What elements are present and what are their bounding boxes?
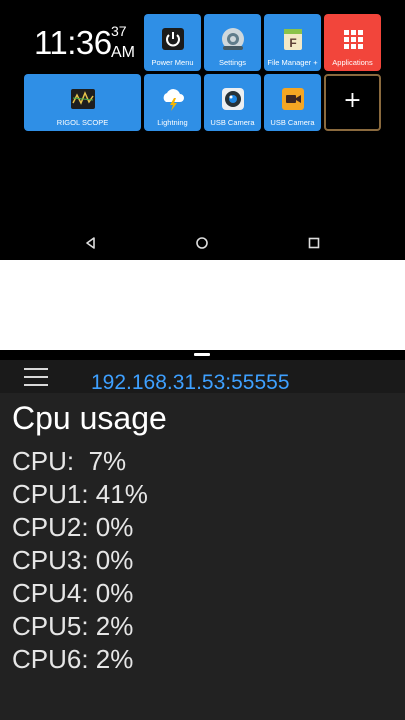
monitor-app-bar: 192.168.31.53:55555 bbox=[0, 360, 405, 393]
page-title: Cpu usage bbox=[12, 400, 167, 436]
tile-label: RIGOL SCOPE bbox=[56, 118, 109, 127]
system-navbar bbox=[0, 228, 405, 258]
home-icon[interactable] bbox=[193, 234, 211, 252]
cpu1-row: CPU1: 41% bbox=[12, 479, 148, 509]
cpu-total-row: CPU: 7% bbox=[12, 446, 127, 476]
tile-label: Applications bbox=[332, 58, 373, 67]
apps-grid-icon bbox=[343, 30, 363, 49]
tile-label: Settings bbox=[218, 58, 247, 67]
server-address: 192.168.31.53:55555 bbox=[91, 371, 290, 393]
back-icon[interactable] bbox=[82, 234, 100, 252]
tile-lightning[interactable]: Lightning bbox=[144, 74, 201, 131]
svg-text:F: F bbox=[289, 36, 296, 50]
file-manager-icon: F bbox=[283, 29, 302, 50]
tile-label: Power Menu bbox=[151, 58, 194, 67]
cpu6-row: CPU6: 2% bbox=[12, 644, 134, 674]
plus-icon: + bbox=[343, 88, 362, 113]
clock-time: 11:36 bbox=[34, 24, 112, 61]
divider-handle[interactable] bbox=[194, 353, 210, 356]
tile-label: USB Camera bbox=[210, 118, 255, 127]
blank-area bbox=[0, 260, 405, 350]
cloud-lightning-icon bbox=[163, 89, 184, 111]
oscilloscope-icon bbox=[70, 89, 95, 109]
split-divider[interactable] bbox=[0, 350, 405, 360]
tile-label: USB Camera bbox=[270, 118, 315, 127]
tile-power-menu[interactable]: Power Menu bbox=[144, 14, 201, 71]
tile-applications[interactable]: Applications bbox=[324, 14, 381, 71]
add-tile-button[interactable]: + bbox=[324, 74, 381, 131]
cpu5-row: CPU5: 2% bbox=[12, 611, 134, 641]
settings-icon bbox=[221, 28, 244, 50]
launcher-screen: 11:36 37 AM Power Menu Settings F File M… bbox=[0, 0, 405, 260]
tile-usb-camera-2[interactable]: USB Camera bbox=[264, 74, 321, 131]
menu-icon[interactable] bbox=[24, 367, 50, 387]
clock-widget[interactable]: 11:36 37 AM bbox=[34, 24, 135, 62]
usb-camera-icon bbox=[221, 88, 244, 110]
tile-file-manager[interactable]: F File Manager + bbox=[264, 14, 321, 71]
power-icon bbox=[161, 28, 184, 50]
clock-seconds: 37 bbox=[111, 23, 127, 39]
tile-label: Lightning bbox=[157, 118, 188, 127]
tile-label: File Manager + bbox=[267, 58, 318, 67]
cpu3-row: CPU3: 0% bbox=[12, 545, 134, 575]
cpu-list: CPU: 7% CPU1: 41% CPU2: 0% CPU3: 0% CPU4… bbox=[12, 445, 148, 676]
video-camera-icon bbox=[281, 88, 304, 110]
tile-settings[interactable]: Settings bbox=[204, 14, 261, 71]
recents-icon[interactable] bbox=[305, 234, 323, 252]
cpu-usage-panel: Cpu usage CPU: 7% CPU1: 41% CPU2: 0% CPU… bbox=[0, 393, 405, 720]
tile-usb-camera-1[interactable]: USB Camera bbox=[204, 74, 261, 131]
cpu2-row: CPU2: 0% bbox=[12, 512, 134, 542]
tile-rigol-scope[interactable]: RIGOL SCOPE bbox=[24, 74, 141, 131]
clock-ampm: AM bbox=[111, 44, 135, 61]
cpu4-row: CPU4: 0% bbox=[12, 578, 134, 608]
